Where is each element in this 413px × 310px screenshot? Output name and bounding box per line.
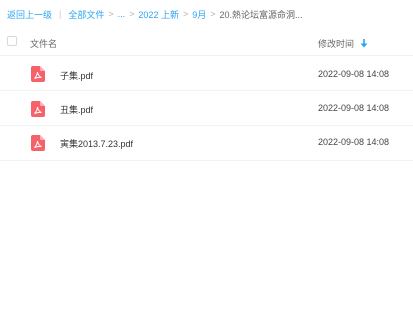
select-all-checkbox[interactable] xyxy=(7,36,17,46)
file-modified-time: 2022-09-08 14:08 xyxy=(318,69,390,79)
column-header-modified[interactable]: 修改时间 xyxy=(318,37,368,50)
file-row[interactable]: 丑集.pdf 2022-09-08 14:08 xyxy=(0,91,413,126)
breadcrumb-separator: > xyxy=(108,9,114,19)
sort-descending-icon[interactable] xyxy=(360,39,368,48)
pdf-icon xyxy=(31,66,45,82)
breadcrumb-ellipsis[interactable]: ... xyxy=(118,9,126,19)
column-header-modified-label: 修改时间 xyxy=(318,39,355,49)
file-row[interactable]: 子集.pdf 2022-09-08 14:08 xyxy=(0,56,413,91)
breadcrumb-separator: > xyxy=(182,9,189,19)
file-row[interactable]: 寅集2013.7.23.pdf 2022-09-08 14:08 xyxy=(0,126,413,161)
file-name[interactable]: 子集.pdf xyxy=(60,69,93,82)
breadcrumb-item-2022[interactable]: 2022 上新 xyxy=(138,8,179,21)
pdf-icon xyxy=(31,101,45,117)
column-header-name[interactable]: 文件名 xyxy=(30,37,57,50)
all-files-link[interactable]: 全部文件 xyxy=(68,8,104,21)
file-name[interactable]: 丑集.pdf xyxy=(60,103,93,116)
breadcrumb-item-september[interactable]: 9月 xyxy=(192,8,206,21)
pdf-icon xyxy=(31,135,45,151)
back-link[interactable]: 返回上一级 xyxy=(7,8,52,21)
breadcrumb-divider: | xyxy=(59,9,62,19)
breadcrumb-current: 20.熱论坛富源命洞... xyxy=(219,9,303,20)
breadcrumb: 返回上一级 | 全部文件 > ... > 2022 上新 > 9月 > 20.熱… xyxy=(7,7,413,21)
file-name[interactable]: 寅集2013.7.23.pdf xyxy=(60,137,133,150)
file-modified-time: 2022-09-08 14:08 xyxy=(318,103,390,113)
breadcrumb-separator: > xyxy=(129,9,135,19)
file-modified-time: 2022-09-08 14:08 xyxy=(318,137,390,147)
breadcrumb-separator: > xyxy=(210,9,216,19)
